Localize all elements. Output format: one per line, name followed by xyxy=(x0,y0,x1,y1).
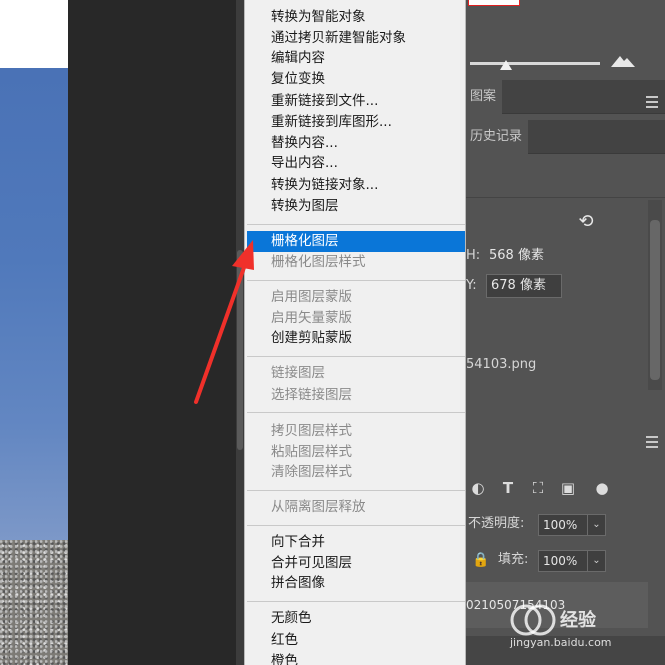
menu-item[interactable]: 栅格化图层 xyxy=(247,231,465,252)
smart-object-filter-icon[interactable]: ▣ xyxy=(558,476,578,500)
menu-item[interactable]: 红色 xyxy=(247,630,465,651)
menu-separator xyxy=(247,525,465,526)
canvas-scrollbar-thumb[interactable] xyxy=(237,250,243,450)
menu-separator xyxy=(247,224,465,225)
menu-separator xyxy=(247,601,465,602)
opacity-dropdown-button[interactable]: ⌄ xyxy=(588,514,606,536)
tab-pattern[interactable]: 图案 xyxy=(464,80,503,114)
fill-field[interactable]: 100% xyxy=(538,550,588,572)
menu-item[interactable]: 导出内容... xyxy=(247,153,465,174)
history-panel-tabbar: 历史记录 xyxy=(464,120,665,154)
photo-sky xyxy=(0,68,68,548)
tab-history[interactable]: 历史记录 xyxy=(464,120,529,154)
menu-item[interactable]: 编辑内容 xyxy=(247,48,465,69)
properties-scrollbar[interactable] xyxy=(648,200,662,390)
menu-item[interactable]: 通过拷贝新建智能对象 xyxy=(247,28,465,49)
pattern-panel-menu-icon[interactable] xyxy=(646,96,658,108)
canvas-pasteboard xyxy=(68,0,238,665)
opacity-field[interactable]: 100% xyxy=(538,514,588,536)
menu-item: 栅格化图层样式 xyxy=(271,254,366,270)
photo-pebbles xyxy=(0,540,68,665)
slider-handle[interactable] xyxy=(500,60,512,70)
linked-file-name: 54103.png xyxy=(466,357,537,372)
menu-item[interactable]: 重新链接到库图形... xyxy=(247,112,465,133)
top-panel-strip xyxy=(464,8,665,42)
menu-item: 从隔离图层释放 xyxy=(271,499,366,515)
menu-item[interactable]: 转换为链接对象... xyxy=(247,175,465,196)
type-filter-icon[interactable]: T xyxy=(498,476,518,500)
menu-item[interactable]: 转换为图层 xyxy=(247,196,465,217)
y-field[interactable]: 678 像素 xyxy=(486,274,562,298)
menu-separator xyxy=(247,280,465,281)
filter-toggle-icon[interactable]: ● xyxy=(592,476,612,500)
fill-label: 填充: xyxy=(498,552,529,567)
menu-item[interactable]: 橙色 xyxy=(247,651,465,665)
fill-dropdown-button[interactable]: ⌄ xyxy=(588,550,606,572)
menu-item: 粘贴图层样式 xyxy=(271,444,352,460)
color-swatch[interactable] xyxy=(468,0,520,6)
reset-icon[interactable]: ⟲ xyxy=(576,212,596,232)
menu-item: 链接图层 xyxy=(271,365,325,381)
menu-item: 选择链接图层 xyxy=(271,387,352,403)
menu-item: 启用图层蒙版 xyxy=(271,289,352,305)
menu-separator xyxy=(247,490,465,491)
watermark-brand: 经验 xyxy=(560,610,596,631)
menu-item: 启用矢量蒙版 xyxy=(271,310,352,326)
watermark-url: jingyan.baidu.com xyxy=(510,636,612,649)
menu-item[interactable]: 重新链接到文件... xyxy=(247,91,465,112)
canvas-scrollbar[interactable] xyxy=(236,0,244,665)
mountain-large-icon xyxy=(611,56,635,67)
menu-item[interactable]: 拼合图像 xyxy=(247,573,465,594)
menu-item[interactable]: 复位变换 xyxy=(247,69,465,90)
shape-filter-icon[interactable]: ⛶ xyxy=(528,476,548,500)
menu-item: 清除图层样式 xyxy=(271,464,352,480)
h-label: H: xyxy=(466,248,481,263)
layers-panel-menu-icon[interactable] xyxy=(646,436,658,448)
menu-item[interactable]: 替换内容... xyxy=(247,133,465,154)
menu-item: 拷贝图层样式 xyxy=(271,423,352,439)
y-label: Y: xyxy=(466,278,477,293)
menu-item[interactable]: 向下合并 xyxy=(247,532,465,553)
properties-panel-header xyxy=(464,160,665,198)
properties-scrollbar-thumb[interactable] xyxy=(650,220,660,380)
pattern-panel-tabbar: 图案 xyxy=(464,80,665,114)
slider-track[interactable] xyxy=(470,62,600,65)
canvas-white-area xyxy=(0,0,68,68)
menu-separator xyxy=(247,356,465,357)
menu-item[interactable]: 无颜色 xyxy=(247,608,465,629)
menu-item[interactable]: 合并可见图层 xyxy=(247,553,465,574)
menu-separator xyxy=(247,412,465,413)
menu-item[interactable]: 创建剪贴蒙版 xyxy=(247,328,465,349)
document-canvas-photo xyxy=(0,0,68,665)
layer-context-menu: 转换为智能对象 通过拷贝新建智能对象 编辑内容 复位变换 重新链接到文件... 重新链接到… xyxy=(244,0,466,665)
opacity-label: 不透明度: xyxy=(468,516,525,531)
h-value: 568 像素 xyxy=(489,248,544,263)
layer-filter-icons: ◐ T ⛶ ▣ ● xyxy=(464,476,665,502)
lock-icon[interactable]: 🔒 xyxy=(472,550,489,570)
menu-item[interactable]: 转换为智能对象 xyxy=(247,7,465,28)
adjustment-filter-icon[interactable]: ◐ xyxy=(468,476,488,500)
